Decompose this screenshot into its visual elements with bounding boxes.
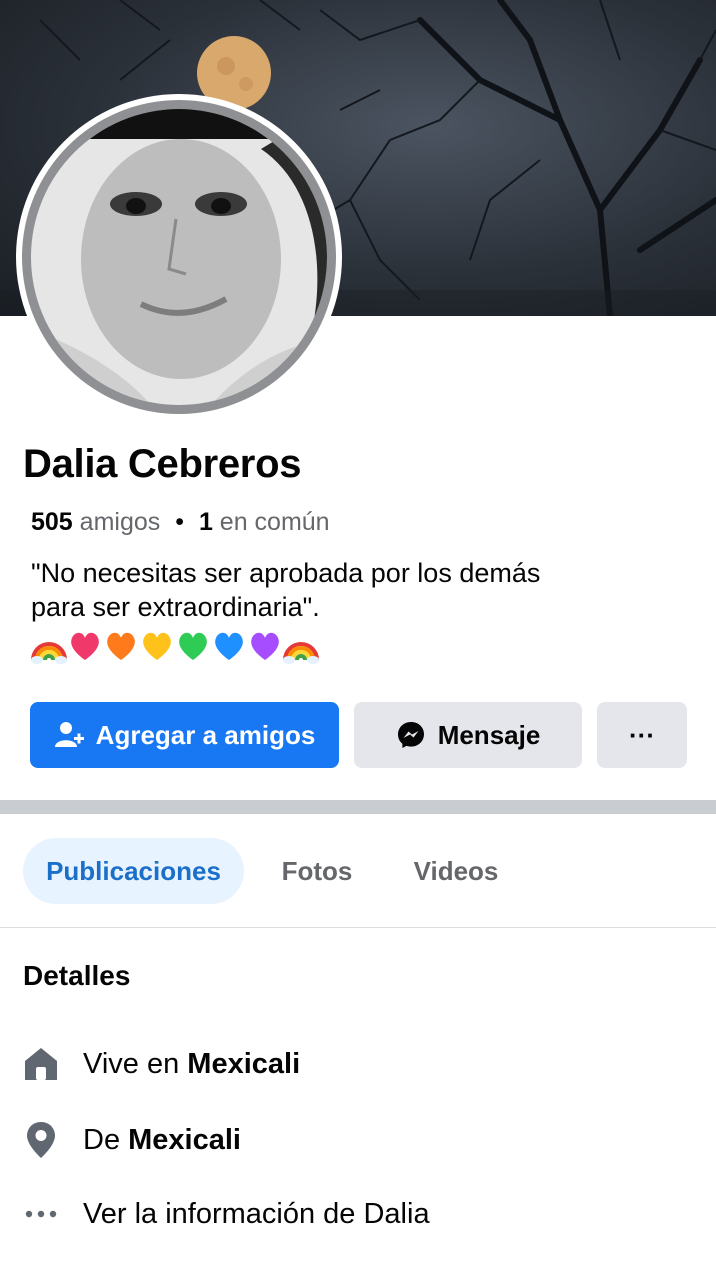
purple-heart-icon <box>251 632 279 660</box>
see-info-link[interactable]: Ver la información de Dalia <box>83 1198 430 1231</box>
avatar <box>31 109 327 405</box>
green-heart-icon <box>179 632 207 660</box>
tab-videos[interactable]: Videos <box>398 838 514 904</box>
avatar-image <box>31 109 327 405</box>
add-friend-button[interactable]: Agregar a amigos <box>30 702 339 768</box>
profile-tabs: Publicaciones Fotos Videos <box>0 814 716 928</box>
bio-line: para ser extraordinaria". <box>31 592 320 622</box>
more-dots-icon: ··· <box>629 719 655 750</box>
mutual-label: en común <box>219 508 330 536</box>
tab-posts[interactable]: Publicaciones <box>23 838 244 904</box>
profile-bio: "No necesitas ser aprobada por los demás… <box>31 556 671 624</box>
detail-see-info[interactable]: Ver la información de Dalia <box>23 1194 430 1234</box>
home-icon <box>23 1044 59 1084</box>
rainbow-icon <box>283 642 319 664</box>
pink-heart-icon <box>71 632 99 660</box>
friends-count: 505 <box>31 508 73 536</box>
detail-from: De Mexicali <box>23 1120 241 1160</box>
separator-dot: • <box>175 508 184 536</box>
bio-emojis <box>31 628 319 664</box>
detail-lives-in: Vive en Mexicali <box>23 1044 300 1084</box>
bio-line: "No necesitas ser aprobada por los demás <box>31 558 541 588</box>
tab-photos[interactable]: Fotos <box>268 838 366 904</box>
mutual-count: 1 <box>198 508 213 536</box>
profile-name: Dalia Cebreros <box>23 442 302 486</box>
friends-summary[interactable]: 505 amigos • 1 en común <box>31 508 330 537</box>
yellow-heart-icon <box>143 632 171 660</box>
location-pin-icon <box>23 1120 59 1160</box>
from-prefix: De <box>83 1123 121 1156</box>
message-label: Mensaje <box>437 719 541 750</box>
section-divider <box>0 800 716 814</box>
from-city[interactable]: Mexicali <box>128 1124 241 1156</box>
avatar-border <box>22 100 336 414</box>
person-plus-icon <box>54 720 84 750</box>
friends-label: amigos <box>79 508 161 536</box>
profile-picture[interactable] <box>16 94 342 420</box>
more-dots-icon <box>23 1194 59 1234</box>
messenger-icon <box>396 720 426 750</box>
lives-prefix: Vive en <box>83 1047 180 1080</box>
rainbow-icon <box>31 642 67 664</box>
lives-city[interactable]: Mexicali <box>187 1048 300 1080</box>
message-button[interactable]: Mensaje <box>354 702 582 768</box>
orange-heart-icon <box>107 632 135 660</box>
add-friend-label: Agregar a amigos <box>95 719 316 750</box>
more-options-button[interactable]: ··· <box>597 702 687 768</box>
details-title: Detalles <box>23 960 131 991</box>
blue-heart-icon <box>215 632 243 660</box>
